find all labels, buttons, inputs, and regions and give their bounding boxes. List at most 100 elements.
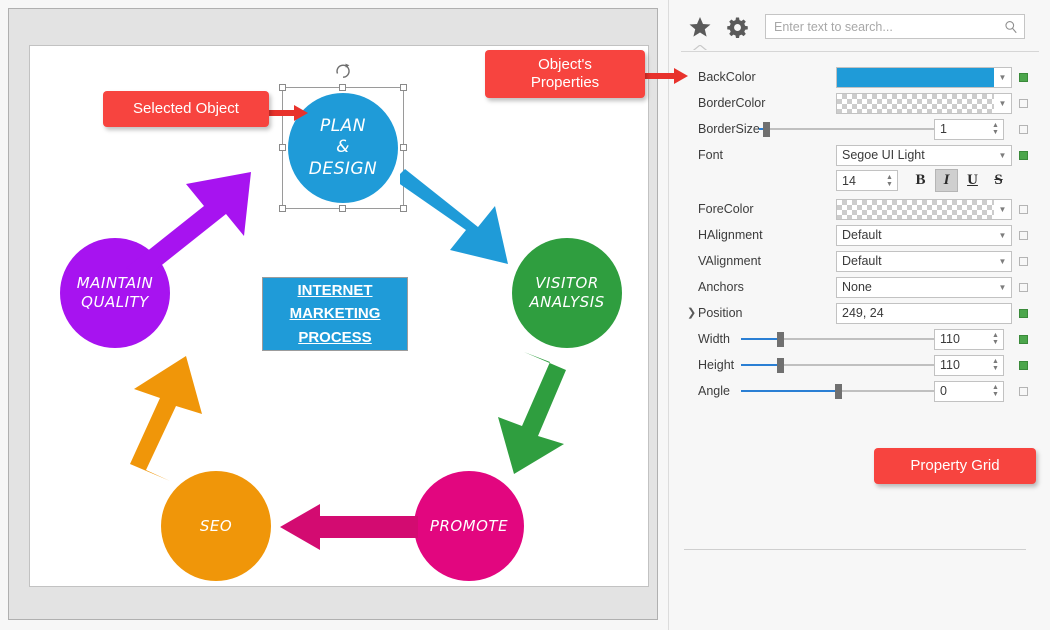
property-label: Width — [698, 332, 730, 346]
width-slider[interactable] — [741, 329, 934, 350]
center-title-line: PROCESS — [298, 328, 372, 346]
chevron-down-icon[interactable]: ▼ — [994, 151, 1011, 160]
chevron-down-icon[interactable]: ▼ — [994, 231, 1011, 240]
property-row-bordercolor[interactable]: BorderColor ▼ — [669, 90, 1050, 116]
node-label-line: ANALYSIS — [529, 293, 605, 311]
node-label-line: VISITOR — [535, 274, 599, 293]
property-row-forecolor[interactable]: ForeColor ▼ — [669, 196, 1050, 222]
spinner-value: 1 — [940, 122, 947, 136]
chevron-down-icon[interactable]: ▼ — [994, 257, 1011, 266]
arrow-seo-to-maintain — [130, 356, 202, 481]
star-icon[interactable] — [687, 14, 713, 40]
expand-chevron-right-icon[interactable]: ❯ — [687, 307, 696, 319]
center-title-line: MARKETING — [289, 305, 381, 323]
forecolor-picker[interactable]: ▼ — [836, 198, 1012, 220]
callout-property-grid: Property Grid — [874, 448, 1036, 484]
property-rows: BackColor ▼ BorderColor ▼ BorderSize 1 ▲… — [669, 64, 1050, 404]
angle-slider[interactable] — [741, 381, 934, 402]
font-family-dropdown[interactable]: Segoe UI Light ▼ — [836, 144, 1012, 166]
property-row-halignment[interactable]: HAlignment Default ▼ — [669, 222, 1050, 248]
dropdown-value: Default — [842, 228, 882, 242]
slider-thumb[interactable] — [763, 121, 770, 137]
property-label: Height — [698, 358, 735, 372]
bordercolor-picker[interactable]: ▼ — [836, 92, 1012, 114]
chevron-down-icon[interactable]: ▼ — [994, 73, 1011, 82]
backcolor-picker[interactable]: ▼ — [836, 66, 1012, 88]
angle-spinner[interactable]: 0 ▲ ▼ — [934, 380, 1004, 402]
chevron-down-icon[interactable]: ▼ — [994, 283, 1011, 292]
property-grid-panel: BackColor ▼ BorderColor ▼ BorderSize — [668, 0, 1050, 630]
width-spinner[interactable]: 110 ▲ ▼ — [934, 328, 1004, 350]
property-row-backcolor[interactable]: BackColor ▼ — [669, 64, 1050, 90]
property-label: Angle — [698, 384, 730, 398]
bordersize-spinner[interactable]: 1 ▲ ▼ — [934, 118, 1004, 140]
diagram-center-title[interactable]: INTERNET MARKETING PROCESS — [262, 277, 408, 351]
node-label-line: MAINTAIN — [76, 274, 154, 293]
property-row-bordersize[interactable]: BorderSize 1 ▲ ▼ — [669, 116, 1050, 142]
slider-thumb[interactable] — [777, 331, 784, 347]
height-slider[interactable] — [741, 355, 934, 376]
slider-thumb[interactable] — [777, 357, 784, 373]
property-row-angle[interactable]: Angle 0 ▲ ▼ — [669, 378, 1050, 404]
halignment-dropdown[interactable]: Default ▼ — [836, 224, 1012, 246]
callout-selected-object: Selected Object — [103, 91, 269, 127]
search-box[interactable] — [765, 14, 1025, 39]
resize-handle-s[interactable] — [339, 205, 346, 212]
property-label: Font — [698, 148, 724, 162]
property-state-marker — [1019, 386, 1028, 396]
spinner-arrows-icon[interactable]: ▲ ▼ — [988, 356, 1003, 375]
node-promote[interactable]: PROMOTE — [414, 471, 524, 581]
resize-handle-sw[interactable] — [279, 205, 286, 212]
property-row-anchors[interactable]: Anchors None ▼ — [669, 274, 1050, 300]
color-swatch-transparent — [837, 93, 994, 113]
property-state-marker — [1019, 334, 1028, 344]
spinner-arrows-icon[interactable]: ▲ ▼ — [882, 171, 897, 190]
chevron-down-icon[interactable]: ▼ — [994, 205, 1011, 214]
property-row-height[interactable]: Height 110 ▲ ▼ — [669, 352, 1050, 378]
property-label: BorderColor — [698, 96, 766, 110]
property-row-font[interactable]: Font Segoe UI Light ▼ — [669, 142, 1050, 168]
input-value: 249, 24 — [842, 306, 884, 320]
italic-button[interactable]: I — [935, 169, 958, 192]
property-label: Anchors — [698, 280, 744, 294]
resize-handle-w[interactable] — [279, 144, 286, 151]
property-label: Position — [698, 306, 743, 320]
dropdown-value: None — [842, 280, 872, 294]
property-grid-toolbar — [669, 0, 1050, 52]
height-spinner[interactable]: 110 ▲ ▼ — [934, 354, 1004, 376]
spinner-arrows-icon[interactable]: ▲ ▼ — [988, 330, 1003, 349]
bold-button[interactable]: B — [909, 169, 932, 192]
callout-text-line2: Properties — [530, 74, 600, 91]
position-input[interactable]: 249, 24 — [836, 302, 1012, 324]
callout-object-properties: Object's Properties — [485, 50, 645, 98]
spinner-value: 110 — [940, 358, 960, 372]
callout-text: Property Grid — [910, 456, 1000, 474]
anchors-dropdown[interactable]: None ▼ — [836, 276, 1012, 298]
property-label: ForeColor — [698, 202, 754, 216]
property-row-position[interactable]: ❯ Position 249, 24 — [669, 300, 1050, 326]
font-size-spinner[interactable]: 14 ▲ ▼ — [836, 170, 898, 191]
resize-handle-ne[interactable] — [400, 84, 407, 91]
spinner-arrows-icon[interactable]: ▲ ▼ — [988, 120, 1003, 139]
node-seo[interactable]: SEO — [161, 471, 271, 581]
property-label: BorderSize — [698, 122, 760, 136]
spinner-value: 0 — [940, 384, 947, 398]
resize-handle-e[interactable] — [400, 144, 407, 151]
search-icon — [1004, 20, 1018, 34]
property-row-width[interactable]: Width 110 ▲ ▼ — [669, 326, 1050, 352]
chevron-down-icon[interactable]: ▼ — [994, 99, 1011, 108]
gear-icon[interactable] — [724, 14, 750, 40]
rotate-handle-icon[interactable] — [334, 62, 352, 80]
spinner-arrows-icon[interactable]: ▲ ▼ — [988, 382, 1003, 401]
arrow-plan-to-visitor — [400, 169, 508, 264]
resize-handle-nw[interactable] — [279, 84, 286, 91]
underline-button[interactable]: U — [961, 169, 984, 192]
slider-thumb[interactable] — [835, 383, 842, 399]
search-input[interactable] — [772, 18, 1004, 35]
property-row-valignment[interactable]: VAlignment Default ▼ — [669, 248, 1050, 274]
valignment-dropdown[interactable]: Default ▼ — [836, 250, 1012, 272]
resize-handle-n[interactable] — [339, 84, 346, 91]
bordersize-slider[interactable] — [759, 119, 934, 140]
strikethrough-button[interactable]: S — [987, 169, 1010, 192]
property-state-marker — [1019, 72, 1028, 82]
